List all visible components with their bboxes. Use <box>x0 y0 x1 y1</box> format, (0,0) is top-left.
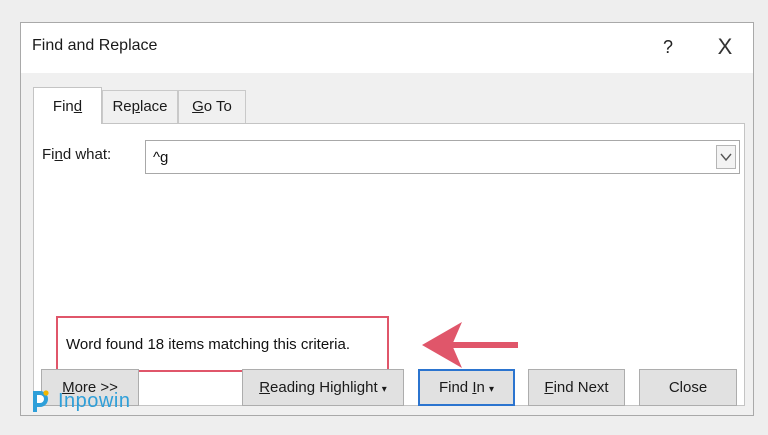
find-panel: Find what: ^g Word found 18 items matchi… <box>33 123 745 406</box>
find-what-label: Find what: <box>42 146 112 163</box>
dialog-body: Find Replace Go To Find what: ^g Word fo… <box>21 73 753 415</box>
find-what-dropdown[interactable] <box>716 145 736 169</box>
find-next-button[interactable]: Find Next <box>528 369 625 406</box>
dropdown-caret-icon: ▾ <box>381 384 387 395</box>
find-in-button[interactable]: Find In ▾ <box>418 369 515 406</box>
dialog-title: Find and Replace <box>32 37 158 54</box>
status-message: Word found 18 items matching this criter… <box>66 336 351 353</box>
find-replace-dialog: Find and Replace ? X Find Replace Go To … <box>20 22 754 416</box>
tab-goto[interactable]: Go To <box>178 90 246 123</box>
tab-find[interactable]: Find <box>33 87 102 124</box>
tab-replace[interactable]: Replace <box>102 90 178 123</box>
logo-icon <box>33 390 49 412</box>
close-icon[interactable]: X <box>711 33 739 61</box>
watermark-logo: Inpowin <box>30 388 130 414</box>
close-button[interactable]: Close <box>639 369 737 406</box>
watermark-text: Inpowin <box>58 389 131 412</box>
find-what-input[interactable]: ^g <box>145 140 740 174</box>
annotation-box: Word found 18 items matching this criter… <box>56 316 389 372</box>
find-what-value: ^g <box>153 149 169 166</box>
title-bar: Find and Replace ? X <box>21 23 753 73</box>
reading-highlight-button[interactable]: Reading Highlight ▾ <box>242 369 404 406</box>
chevron-down-icon <box>720 153 732 162</box>
dropdown-caret-icon: ▾ <box>489 384 495 395</box>
help-icon[interactable]: ? <box>657 33 679 61</box>
annotation-arrow-icon <box>422 322 518 368</box>
